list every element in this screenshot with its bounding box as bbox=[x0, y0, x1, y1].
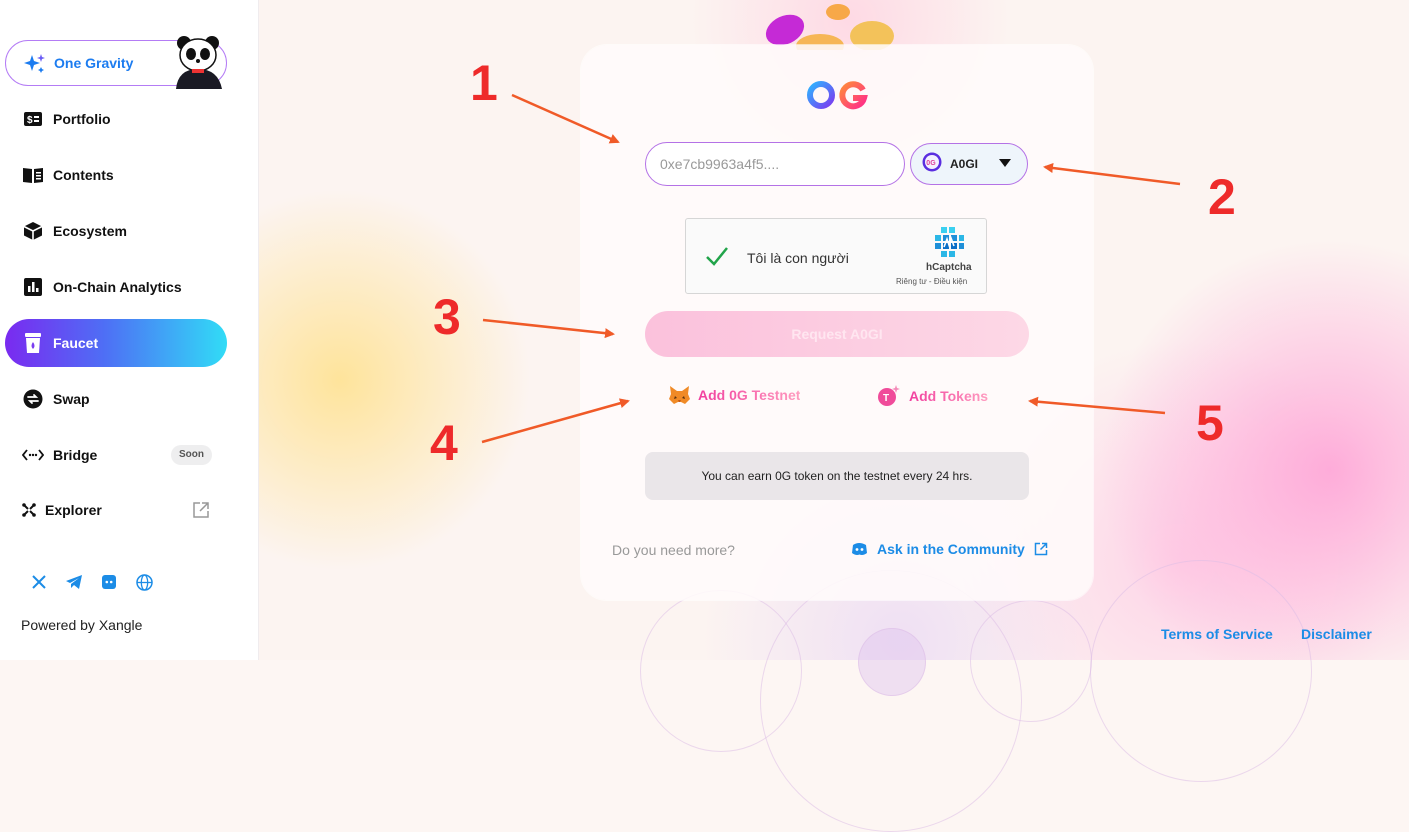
annotation-number: 3 bbox=[433, 289, 461, 345]
annotation-arrows bbox=[481, 93, 1181, 444]
annotation-number: 5 bbox=[1196, 395, 1224, 451]
annotation-arrow-2 bbox=[1043, 163, 1181, 186]
annotation-arrow-1 bbox=[511, 93, 620, 144]
annotation-arrow-4 bbox=[481, 398, 630, 444]
annotation-number: 2 bbox=[1208, 169, 1236, 225]
annotation-number: 1 bbox=[470, 55, 498, 111]
annotation-arrow-5 bbox=[1028, 396, 1166, 415]
annotation-arrow-3 bbox=[482, 318, 615, 339]
annotation-number: 4 bbox=[430, 415, 458, 471]
